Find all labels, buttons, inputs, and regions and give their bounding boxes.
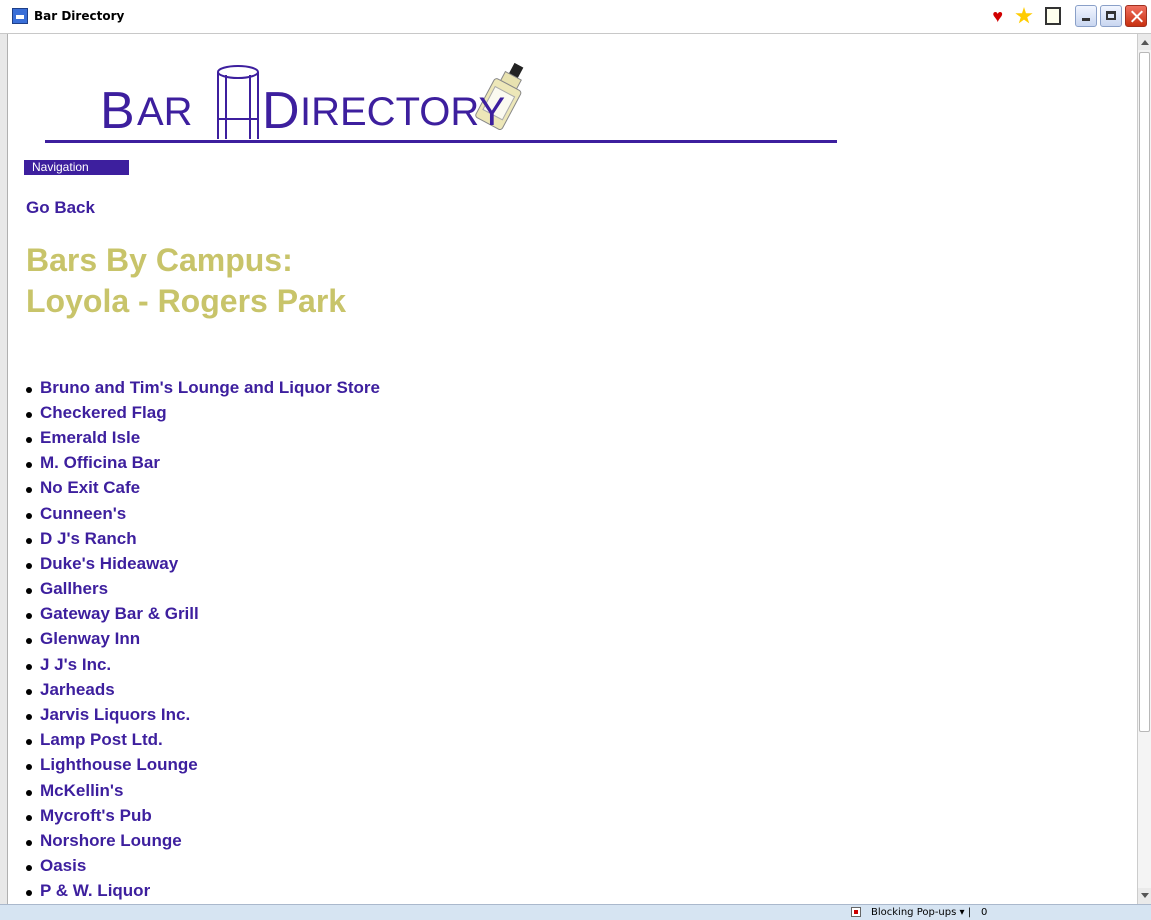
bar-link[interactable]: No Exit Cafe — [40, 478, 140, 498]
bar-link[interactable]: M. Officina Bar — [40, 453, 160, 473]
bar-link[interactable]: D J's Ranch — [40, 529, 137, 549]
navigation-header: Navigation — [24, 160, 129, 175]
minimize-button[interactable] — [1075, 5, 1097, 27]
bar-link[interactable]: Jarheads — [40, 680, 115, 700]
list-item: McKellin's — [26, 778, 380, 803]
list-item: Oasis — [26, 854, 380, 879]
star-icon[interactable] — [1015, 7, 1033, 24]
window-left-border — [0, 34, 8, 904]
list-item: Gateway Bar & Grill — [26, 602, 380, 627]
note-icon[interactable] — [1045, 7, 1061, 25]
bullet-icon — [26, 688, 32, 695]
bullet-icon — [26, 839, 32, 846]
window-title: Bar Directory — [34, 9, 125, 23]
bullet-icon — [26, 411, 32, 418]
bullet-icon — [26, 789, 32, 796]
bullet-icon — [26, 638, 32, 645]
list-item: Duke's Hideaway — [26, 551, 380, 576]
bullet-icon — [26, 562, 32, 569]
bar-link[interactable]: Lighthouse Lounge — [40, 755, 198, 775]
popup-blocked-count: 0 — [981, 907, 988, 918]
bar-link[interactable]: Gateway Bar & Grill — [40, 604, 199, 624]
bullet-icon — [26, 436, 32, 443]
bullet-icon — [26, 814, 32, 821]
bullet-icon — [26, 462, 32, 469]
list-item: No Exit Cafe — [26, 476, 380, 501]
bar-link[interactable]: Lamp Post Ltd. — [40, 730, 163, 750]
bullet-icon — [26, 890, 32, 897]
bar-link[interactable]: P & W. Liquor — [40, 881, 150, 901]
list-item: Glenway Inn — [26, 627, 380, 652]
bar-link[interactable]: Mycroft's Pub — [40, 806, 152, 826]
bar-list: Bruno and Tim's Lounge and Liquor Store C… — [26, 375, 380, 904]
bar-link[interactable]: J J's Inc. — [40, 655, 111, 675]
list-item: Checkered Flag — [26, 400, 380, 425]
list-item: Cunneen's — [26, 501, 380, 526]
scroll-down-arrow-icon[interactable] — [1138, 888, 1151, 904]
list-item: Bruno and Tim's Lounge and Liquor Store — [26, 375, 380, 400]
scroll-up-arrow-icon[interactable] — [1138, 34, 1151, 50]
bullet-icon — [26, 865, 32, 872]
close-button[interactable] — [1125, 5, 1147, 27]
vertical-scrollbar[interactable] — [1137, 34, 1151, 904]
logo-letters-ar: AR — [137, 90, 193, 134]
page-content: B AR D IRECTORY Navigation Go Back Bars … — [9, 35, 1136, 904]
list-item: Jarvis Liquors Inc. — [26, 702, 380, 727]
bar-link[interactable]: Gallhers — [40, 579, 108, 599]
list-item: Mycroft's Pub — [26, 803, 380, 828]
bar-link[interactable]: McKellin's — [40, 781, 123, 801]
bar-link[interactable]: Emerald Isle — [40, 428, 140, 448]
list-item: Norshore Lounge — [26, 828, 380, 853]
bar-link[interactable]: Jarvis Liquors Inc. — [40, 705, 190, 725]
list-item: Jarheads — [26, 677, 380, 702]
bullet-icon — [26, 613, 32, 620]
bar-link[interactable]: Norshore Lounge — [40, 831, 182, 851]
toolbar-icons: ♥ — [992, 7, 1061, 25]
list-item: Emerald Isle — [26, 425, 380, 450]
bar-link[interactable]: Oasis — [40, 856, 86, 876]
page-title-line1: Bars By Campus: — [26, 242, 293, 278]
status-bar: Blocking Pop-ups ▾ | 0 — [0, 904, 1151, 920]
list-item: Gallhers — [26, 577, 380, 602]
list-item: Lamp Post Ltd. — [26, 728, 380, 753]
bullet-icon — [26, 588, 32, 595]
list-item: J J's Inc. — [26, 652, 380, 677]
bar-link[interactable]: Duke's Hideaway — [40, 554, 178, 574]
window-titlebar: Bar Directory ♥ — [0, 0, 1151, 34]
popup-blocker-icon[interactable] — [851, 907, 861, 917]
logo-letters-irectory: IRECTORY — [300, 90, 506, 134]
bullet-icon — [26, 663, 32, 670]
bullet-icon — [26, 537, 32, 544]
bullet-icon — [26, 386, 32, 393]
bar-link[interactable]: Glenway Inn — [40, 629, 140, 649]
site-logo: B AR D IRECTORY — [45, 57, 837, 151]
logo-underline — [45, 140, 837, 143]
bar-link[interactable]: Cunneen's — [40, 504, 126, 524]
bullet-icon — [26, 714, 32, 721]
maximize-button[interactable] — [1100, 5, 1122, 27]
page-title: Bars By Campus: Loyola - Rogers Park — [26, 240, 346, 322]
bullet-icon — [26, 764, 32, 771]
scrollbar-thumb[interactable] — [1139, 52, 1150, 732]
list-item: M. Officina Bar — [26, 451, 380, 476]
list-item: D J's Ranch — [26, 526, 380, 551]
go-back-link[interactable]: Go Back — [26, 198, 95, 218]
heart-icon[interactable]: ♥ — [992, 7, 1003, 25]
bullet-icon — [26, 487, 32, 494]
bar-link[interactable]: Bruno and Tim's Lounge and Liquor Store — [40, 378, 380, 398]
window-controls — [1075, 5, 1147, 27]
logo-letter-d: D — [262, 82, 300, 140]
bullet-icon — [26, 739, 32, 746]
popup-blocker-label[interactable]: Blocking Pop-ups ▾ | — [871, 907, 971, 918]
logo-letter-b: B — [100, 82, 135, 140]
bar-link[interactable]: Checkered Flag — [40, 403, 167, 423]
list-item: Lighthouse Lounge — [26, 753, 380, 778]
list-item: P & W. Liquor — [26, 879, 380, 904]
page-title-line2: Loyola - Rogers Park — [26, 283, 347, 319]
app-icon — [12, 8, 28, 24]
bullet-icon — [26, 512, 32, 519]
